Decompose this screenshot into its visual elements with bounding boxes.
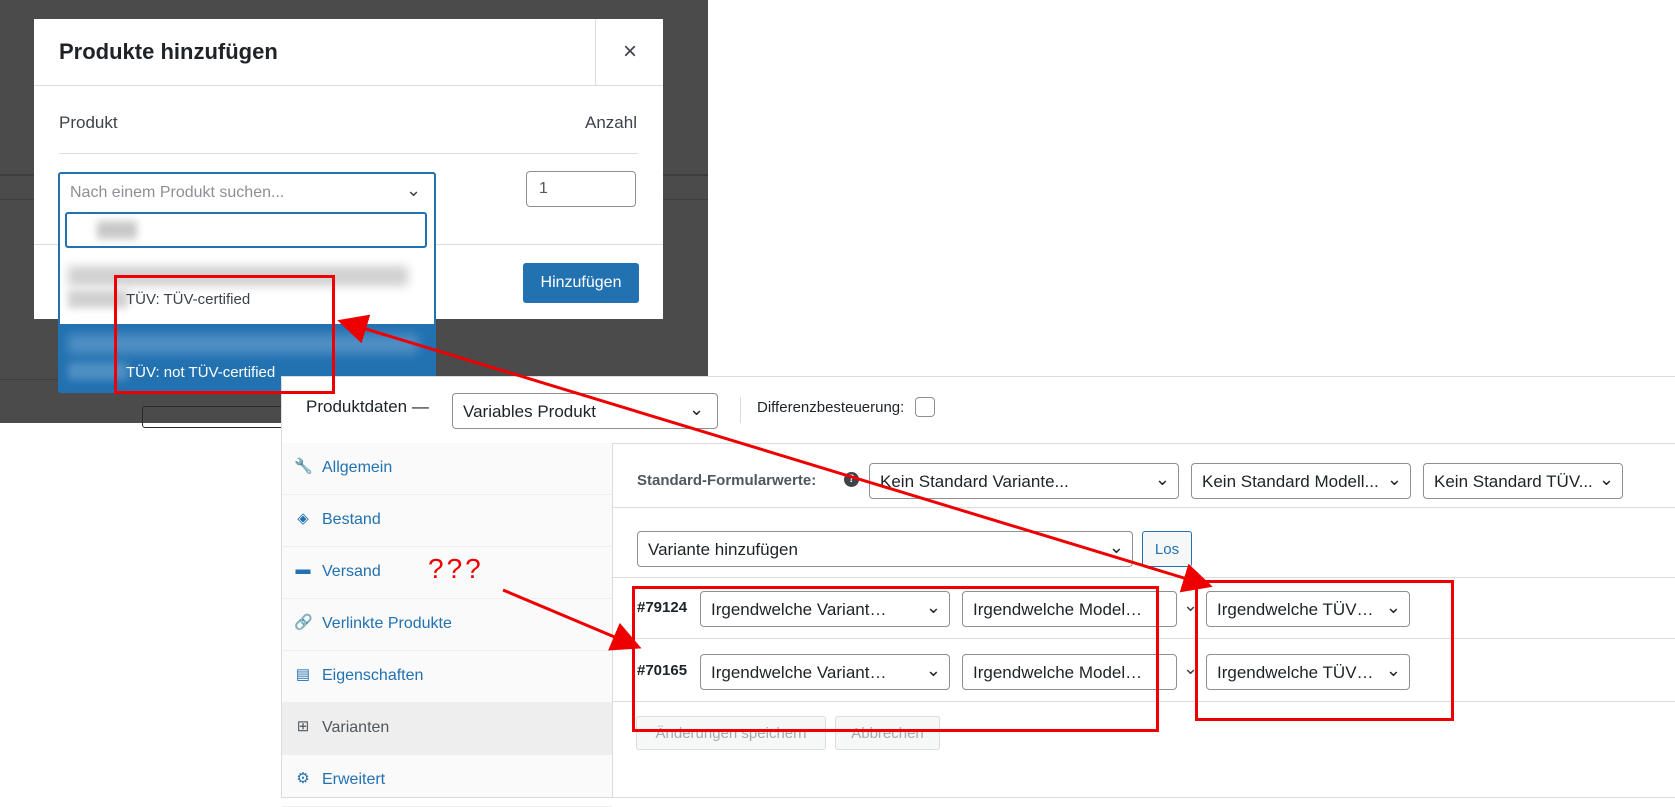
annotation-arrow [337, 314, 1213, 593]
annotation-arrow [502, 588, 642, 651]
annotation-arrows [337, 314, 1213, 651]
